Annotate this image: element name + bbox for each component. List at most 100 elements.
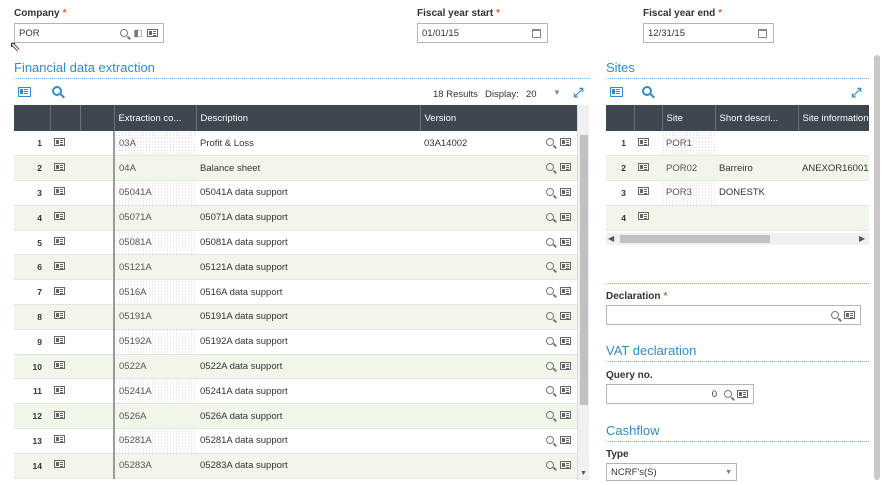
- page-scrollbar[interactable]: [874, 55, 880, 480]
- description-cell[interactable]: Balance sheet: [196, 155, 420, 182]
- description-cell[interactable]: Profit & Loss: [196, 131, 420, 157]
- detail-icon[interactable]: [560, 212, 571, 224]
- version-cell[interactable]: 03A14002: [420, 131, 577, 157]
- table-row[interactable]: 11 05241A 05241A data support: [14, 378, 577, 405]
- type-select[interactable]: NCRF's(S) ▼: [606, 463, 737, 481]
- detail-icon[interactable]: [560, 460, 571, 472]
- col-header-extraction-code[interactable]: Extraction co...: [114, 105, 197, 131]
- table-row[interactable]: 10 0522A 0522A data support: [14, 354, 577, 380]
- version-cell[interactable]: [420, 329, 577, 355]
- site-info-cell[interactable]: [798, 205, 869, 231]
- extraction-code-cell[interactable]: 05071A: [114, 205, 196, 231]
- row-detail-icon[interactable]: [50, 329, 80, 355]
- extraction-code-cell[interactable]: 04A: [114, 155, 196, 182]
- search-icon[interactable]: [546, 188, 554, 199]
- search-icon[interactable]: [546, 212, 554, 224]
- site-info-cell[interactable]: [798, 180, 869, 206]
- row-detail-icon[interactable]: [50, 378, 80, 405]
- extraction-code-cell[interactable]: 0516A: [114, 279, 196, 306]
- table-row[interactable]: 6 05121A 05121A data support: [14, 254, 577, 281]
- sites-hscrollbar-thumb[interactable]: [620, 235, 770, 243]
- detail-icon[interactable]: [560, 188, 571, 199]
- row-detail-icon[interactable]: [50, 155, 80, 182]
- description-cell[interactable]: 05241A data support: [196, 378, 420, 405]
- sites-search-icon[interactable]: [642, 86, 652, 99]
- row-detail-icon[interactable]: [50, 131, 80, 157]
- extraction-code-cell[interactable]: 05081A: [114, 230, 196, 256]
- version-cell[interactable]: [420, 205, 577, 231]
- row-detail-icon[interactable]: [634, 155, 662, 182]
- sites-col-header-short-desc[interactable]: Short descri...: [715, 105, 799, 131]
- fde-display-select[interactable]: 20: [526, 89, 537, 100]
- table-row[interactable]: 2 04A Balance sheet: [14, 155, 577, 182]
- search-icon[interactable]: [546, 287, 554, 298]
- row-detail-icon[interactable]: [50, 205, 80, 231]
- row-detail-icon[interactable]: [50, 304, 80, 330]
- search-icon[interactable]: [546, 460, 554, 472]
- row-detail-icon[interactable]: [50, 180, 80, 206]
- detail-icon[interactable]: [560, 386, 571, 397]
- version-cell[interactable]: [420, 378, 577, 405]
- extraction-code-cell[interactable]: 05283A: [114, 453, 196, 479]
- site-info-cell[interactable]: [798, 131, 869, 157]
- detail-icon[interactable]: [560, 336, 571, 348]
- fde-search-icon[interactable]: [52, 86, 62, 99]
- scroll-down-arrow-icon[interactable]: ▼: [580, 470, 587, 477]
- table-row[interactable]: 12 0526A 0526A data support: [14, 403, 577, 430]
- search-icon[interactable]: [721, 387, 735, 401]
- detail-icon[interactable]: [560, 163, 571, 174]
- version-cell[interactable]: [420, 304, 577, 330]
- detail-icon[interactable]: [735, 387, 749, 401]
- row-detail-icon[interactable]: [634, 205, 662, 231]
- row-detail-icon[interactable]: [50, 254, 80, 281]
- search-icon[interactable]: [546, 138, 554, 149]
- query-no-field[interactable]: 0: [606, 384, 754, 404]
- clear-icon[interactable]: ◧: [131, 26, 145, 40]
- search-icon[interactable]: [546, 163, 554, 174]
- description-cell[interactable]: 05121A data support: [196, 254, 420, 281]
- detail-icon[interactable]: [560, 237, 571, 249]
- scroll-right-arrow-icon[interactable]: ▶: [859, 234, 865, 243]
- calendar-icon[interactable]: [529, 26, 543, 40]
- version-cell[interactable]: [420, 180, 577, 206]
- description-cell[interactable]: 05081A data support: [196, 230, 420, 256]
- table-row[interactable]: 13 05281A 05281A data support: [14, 428, 577, 454]
- description-cell[interactable]: 0516A data support: [196, 279, 420, 306]
- extraction-code-cell[interactable]: 05241A: [114, 378, 196, 405]
- detail-icon[interactable]: [560, 411, 571, 422]
- fiscal-end-field[interactable]: 12/31/15: [643, 23, 774, 43]
- short-desc-cell[interactable]: DONESTK: [715, 180, 798, 206]
- short-desc-cell[interactable]: [715, 131, 798, 157]
- description-cell[interactable]: 05191A data support: [196, 304, 420, 330]
- search-icon[interactable]: [546, 361, 554, 373]
- version-cell[interactable]: [420, 155, 577, 182]
- fiscal-start-field[interactable]: 01/01/15: [417, 23, 548, 43]
- table-row[interactable]: 7 0516A 0516A data support: [14, 279, 577, 306]
- description-cell[interactable]: 0526A data support: [196, 403, 420, 430]
- site-cell[interactable]: POR3: [662, 180, 715, 206]
- search-icon[interactable]: [117, 26, 131, 40]
- detail-icon[interactable]: [560, 361, 571, 373]
- scroll-left-arrow-icon[interactable]: ◀: [608, 234, 614, 243]
- extraction-code-cell[interactable]: 05121A: [114, 254, 196, 281]
- version-cell[interactable]: [420, 428, 577, 454]
- extraction-code-cell[interactable]: 0522A: [114, 354, 196, 380]
- fde-scrollbar-thumb[interactable]: [580, 135, 588, 405]
- sites-col-header-site-info[interactable]: Site information: [798, 105, 869, 131]
- table-row[interactable]: 9 05192A 05192A data support: [14, 329, 577, 355]
- extraction-code-cell[interactable]: 03A: [114, 131, 196, 157]
- fde-detail-toggle-icon[interactable]: [18, 87, 31, 100]
- search-icon[interactable]: [546, 237, 554, 249]
- row-detail-icon[interactable]: [50, 230, 80, 256]
- table-row[interactable]: 3 05041A 05041A data support: [14, 180, 577, 206]
- declaration-field[interactable]: [606, 305, 861, 325]
- detail-icon[interactable]: [560, 262, 571, 273]
- extraction-code-cell[interactable]: 05192A: [114, 329, 196, 355]
- row-detail-icon[interactable]: [634, 131, 662, 157]
- table-row[interactable]: 14 05283A 05283A data support: [14, 453, 577, 479]
- col-header-description[interactable]: Description: [196, 105, 421, 131]
- version-cell[interactable]: [420, 453, 577, 479]
- search-icon[interactable]: [546, 436, 554, 447]
- table-row[interactable]: 2 POR02 Barreiro ANEXOR16001: [606, 155, 869, 182]
- chevron-down-icon[interactable]: ▼: [725, 469, 732, 476]
